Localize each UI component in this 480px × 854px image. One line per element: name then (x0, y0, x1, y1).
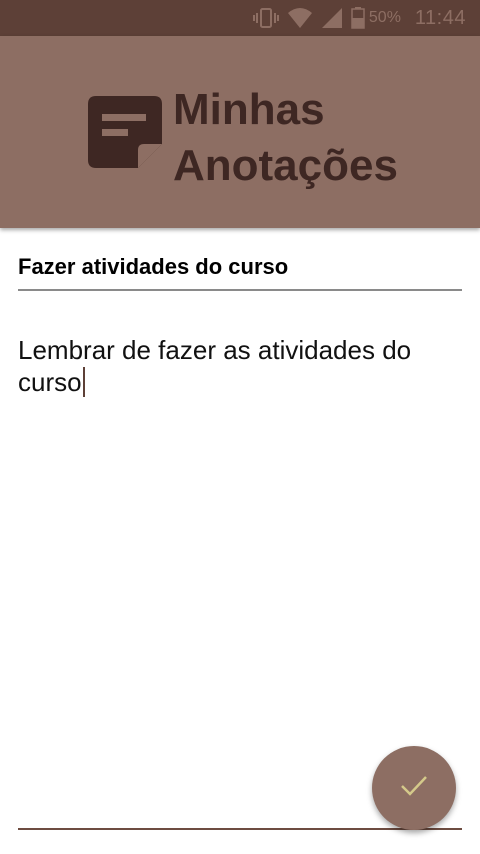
check-icon (399, 774, 429, 803)
clock: 11:44 (414, 6, 466, 29)
note-body-field[interactable]: Lembrar de fazer as atividades do curso (18, 334, 462, 398)
status-bar: 50% 11:44 (0, 0, 480, 36)
wifi-icon (287, 7, 313, 29)
text-cursor (82, 367, 85, 397)
battery-icon (351, 7, 365, 29)
signal-icon (321, 7, 343, 29)
app-title-line1: Minhas (173, 85, 325, 134)
note-icon (88, 96, 162, 168)
vibrate-icon (252, 7, 279, 29)
app-header: Minhas Anotações (0, 36, 480, 228)
body-underline (18, 828, 462, 830)
note-body-text: Lembrar de fazer as atividades do curso (18, 335, 412, 397)
app-title-line2: Anotações (173, 141, 398, 190)
battery-percent: 50% (368, 9, 401, 26)
save-fab-button[interactable] (372, 746, 456, 830)
app-title: Minhas Anotações (173, 82, 398, 194)
note-title-input[interactable] (18, 245, 462, 291)
